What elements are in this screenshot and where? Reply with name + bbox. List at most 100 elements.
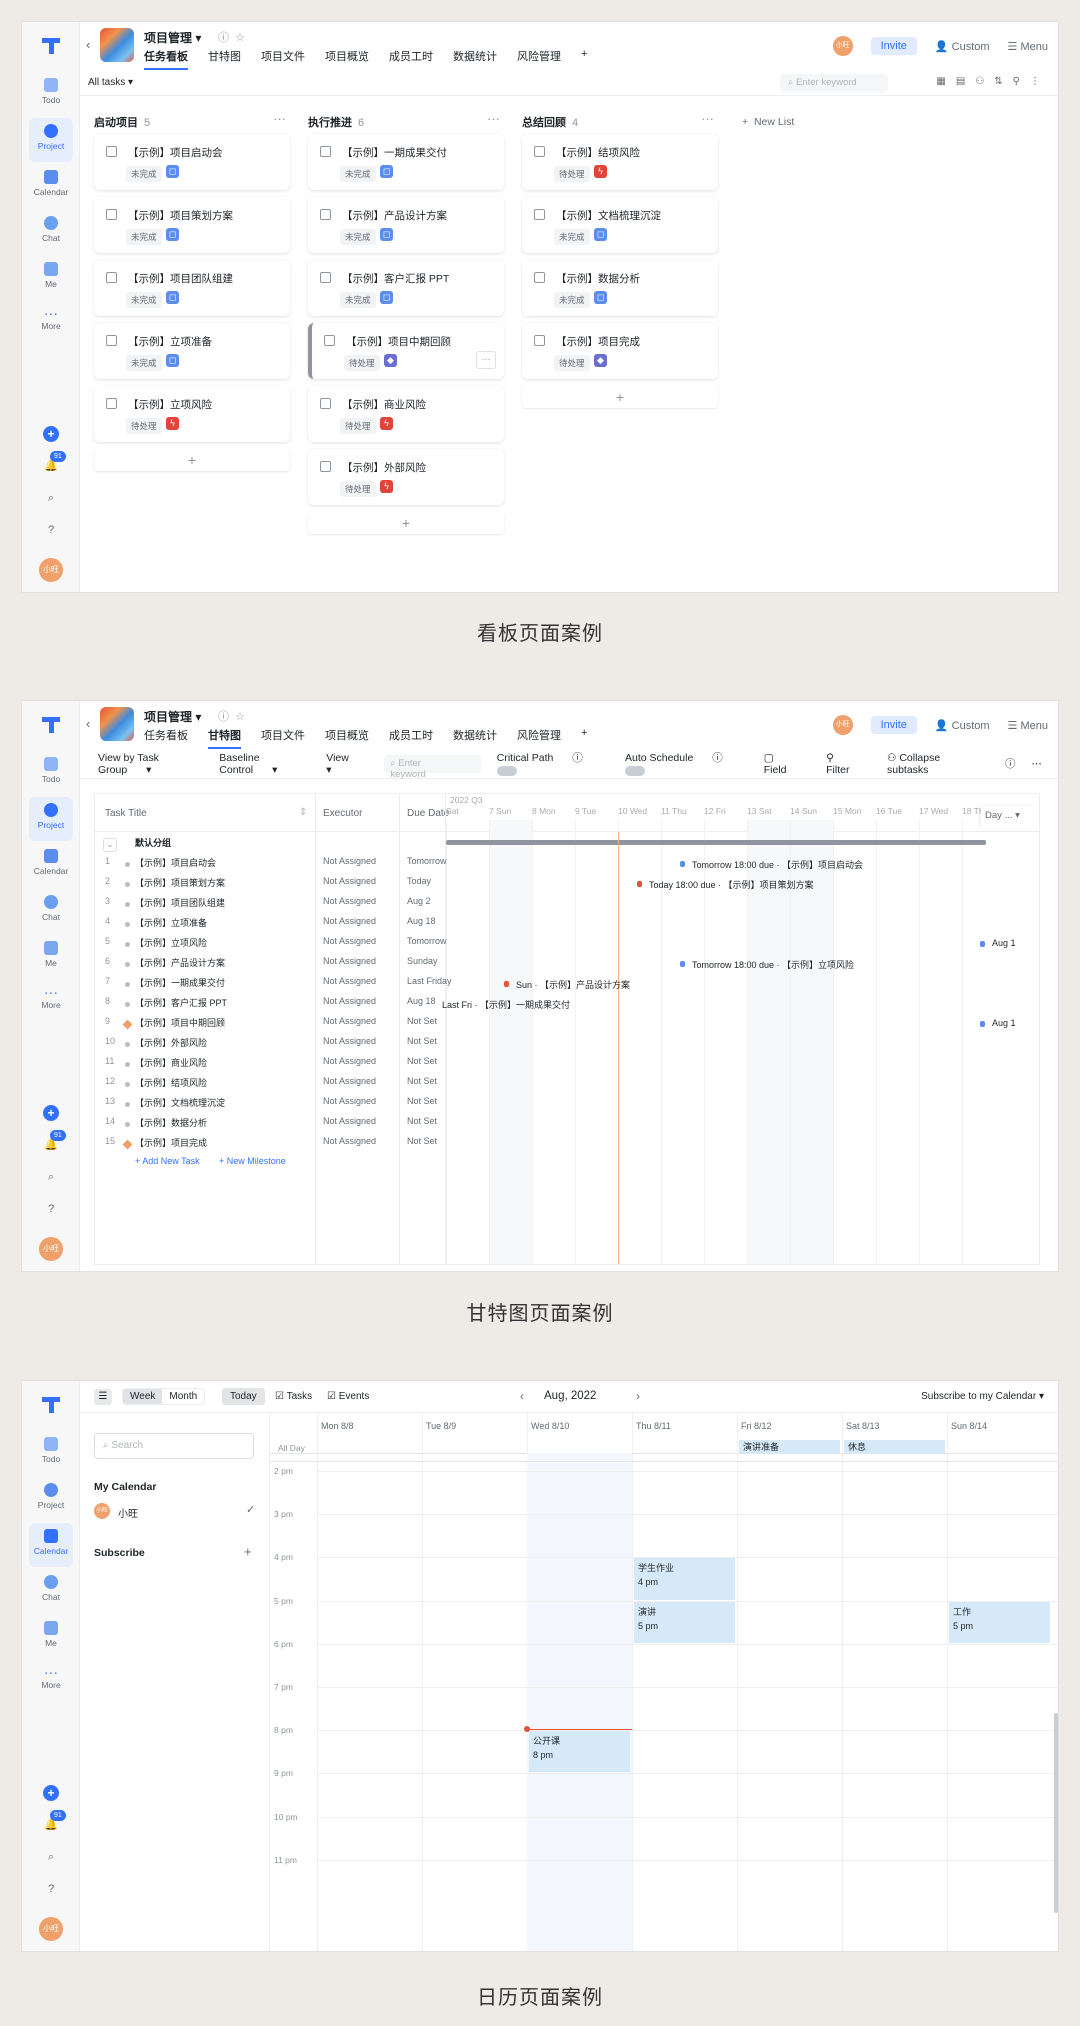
events-checkbox[interactable]: ☑ Events [327,1391,369,1402]
sidebar-item-more[interactable]: ··· More [29,981,73,1025]
task-card[interactable]: 【示例】客户汇报 PPT 未完成 ◻ [308,260,504,316]
task-checkbox[interactable] [534,335,545,346]
help-icon[interactable]: ⓘ [1005,756,1016,771]
user-avatar[interactable]: 小旺 [39,1237,63,1261]
add-icon[interactable]: + [43,1105,59,1121]
task-executor[interactable]: Not Assigned [323,996,376,1006]
add-tab-icon[interactable]: + [581,48,587,70]
invite-button[interactable]: Invite [870,716,917,734]
column-more-icon[interactable]: ··· [273,111,286,126]
task-card[interactable]: 【示例】产品设计方案 未完成 ◻ [308,197,504,253]
calendar-event[interactable]: 公开课 8 pm [529,1731,630,1773]
sidebar-item-me[interactable]: Me [29,256,73,300]
day-header[interactable]: Sun 8/14 [951,1421,987,1431]
task-row[interactable]: 2 【示例】项目策划方案 Not Assigned Today [95,876,1039,896]
collapse-icon[interactable]: ⌄ [103,838,117,852]
subscribe-calendar-dropdown[interactable]: Subscribe to my Calendar ▾ [921,1391,1044,1402]
day-header[interactable]: Sat 8/13 [846,1421,880,1431]
task-due-date[interactable]: Not Set [407,1036,437,1046]
task-executor[interactable]: Not Assigned [323,1096,376,1106]
new-list-button[interactable]: + New List [742,116,794,128]
task-checkbox[interactable] [106,335,117,346]
info-star-icons[interactable]: ⓘ ☆ [218,708,245,724]
all-day-event[interactable]: 休息 [844,1440,945,1454]
more-icon[interactable]: ⋯ [1032,758,1043,770]
notification-bell-icon[interactable]: 🔔 91 [43,1130,66,1153]
calendar-user-name[interactable]: 小旺 [118,1505,138,1520]
tab-worktime[interactable]: 成员工时 [389,727,433,749]
task-executor[interactable]: Not Assigned [323,856,376,866]
task-executor[interactable]: Not Assigned [323,1136,376,1146]
sidebar-item-calendar[interactable]: Calendar [29,164,73,208]
task-row[interactable]: 7 【示例】一期成果交付 Not Assigned Last Friday [95,976,1039,996]
baseline-dropdown[interactable]: Baseline Control ▾ [219,752,310,776]
sidebar-item-todo[interactable]: Todo [29,751,73,795]
tab-stats[interactable]: 数据统计 [453,48,497,70]
calendar-event[interactable]: 学生作业 4 pm [634,1558,735,1600]
today-button[interactable]: Today [222,1388,265,1405]
task-card[interactable]: 【示例】项目完成 待处理 ◆ [522,323,718,379]
tab-worktime[interactable]: 成员工时 [389,48,433,70]
info-star-icons[interactable]: ⓘ ☆ [218,29,245,45]
member-avatar[interactable]: 小旺 [832,715,853,735]
task-checkbox[interactable] [106,146,117,157]
day-scale-dropdown[interactable]: Day ... ▾ [981,806,1035,828]
task-card[interactable]: 【示例】一期成果交付 未完成 ◻ [308,134,504,190]
member-avatar[interactable]: 小旺 [832,36,853,56]
sidebar-item-project[interactable]: Project [29,797,73,841]
task-executor[interactable]: Not Assigned [323,876,376,886]
task-executor[interactable]: Not Assigned [323,956,376,966]
back-chevron-icon[interactable]: ‹ [86,37,90,52]
sidebar-item-me[interactable]: Me [29,1615,73,1659]
user-avatar[interactable]: 小旺 [39,1917,63,1941]
help-icon[interactable]: ? [43,522,59,538]
menu-button[interactable]: ☰ Menu [1008,719,1048,732]
gantt-search-input[interactable]: ⌕ Enter keyword [384,754,481,780]
filter-dropdown[interactable]: All tasks ▾ [88,77,133,88]
sidebar-item-todo[interactable]: Todo [29,72,73,116]
task-card[interactable]: 【示例】数据分析 未完成 ◻ [522,260,718,316]
week-view-button[interactable]: Week [123,1389,163,1404]
task-executor[interactable]: Not Assigned [323,1056,376,1066]
notification-bell-icon[interactable]: 🔔 91 [43,451,66,474]
search-icon[interactable]: ⌕ [43,1169,59,1185]
task-executor[interactable]: Not Assigned [323,1116,376,1126]
all-day-event[interactable]: 演讲准备 [739,1440,840,1454]
header-due-date[interactable]: Due Date [407,808,449,819]
sidebar-item-calendar[interactable]: Calendar [29,1523,73,1567]
custom-button[interactable]: 👤 Custom [935,719,990,732]
sidebar-item-chat[interactable]: Chat [29,1569,73,1613]
task-executor[interactable]: Not Assigned [323,916,376,926]
add-icon[interactable]: + [43,426,59,442]
day-header[interactable]: Tue 8/9 [426,1421,456,1431]
project-name[interactable]: 项目管理 ▾ [144,708,201,725]
back-chevron-icon[interactable]: ‹ [86,716,90,731]
tab-gantt[interactable]: 甘特图 [208,727,241,749]
task-due-date[interactable]: Tomorrow [407,936,447,946]
collapse-subtasks-button[interactable]: ⚇ Collapse subtasks [887,752,989,776]
add-task-button[interactable]: + [94,449,290,471]
task-row[interactable]: 9 【示例】项目中期回顾 Not Assigned Not Set [95,1016,1039,1036]
help-icon[interactable]: ? [43,1201,59,1217]
task-checkbox[interactable] [106,209,117,220]
task-due-date[interactable]: Not Set [407,1076,437,1086]
sidebar-item-more[interactable]: ··· More [29,302,73,346]
task-due-date[interactable]: Aug 2 [407,896,431,906]
task-row[interactable]: 14 【示例】数据分析 Not Assigned Not Set [95,1116,1039,1136]
sort-icon[interactable]: ⇕ [299,807,307,818]
add-icon[interactable]: + [43,1785,59,1801]
header-executor[interactable]: Executor [323,808,362,819]
tab-files[interactable]: 项目文件 [261,727,305,749]
search-icon[interactable]: ⌕ [43,490,59,506]
task-row[interactable]: 4 【示例】立项准备 Not Assigned Aug 18 [95,916,1039,936]
task-row[interactable]: 10 【示例】外部风险 Not Assigned Not Set [95,1036,1039,1056]
sidebar-item-me[interactable]: Me [29,935,73,979]
next-week-icon[interactable]: › [636,1389,640,1403]
task-executor[interactable]: Not Assigned [323,1016,376,1026]
task-row[interactable]: 13 【示例】文档梳理沉淀 Not Assigned Not Set [95,1096,1039,1116]
task-checkbox[interactable] [320,398,331,409]
task-due-date[interactable]: Not Set [407,1016,437,1026]
sidebar-item-project[interactable]: Project [29,118,73,162]
tab-risk[interactable]: 风险管理 [517,727,561,749]
notification-bell-icon[interactable]: 🔔 91 [43,1810,66,1833]
